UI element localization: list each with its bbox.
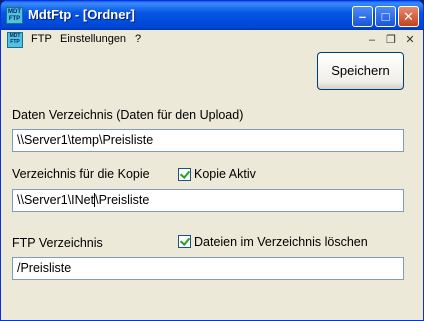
save-button[interactable]: Speichern <box>317 52 404 90</box>
kopie-verzeichnis-label: Verzeichnis für die Kopie <box>12 167 150 181</box>
dateien-loeschen-label[interactable]: Dateien im Verzeichnis löschen <box>194 235 368 249</box>
ftp-verzeichnis-input[interactable]: /Preisliste <box>12 257 404 280</box>
kopie-text-before: \\Server1\INet <box>17 193 95 207</box>
mdi-minimize-button[interactable]: – <box>365 33 379 47</box>
kopie-verzeichnis-input[interactable]: \\Server1\INet\Preisliste <box>12 189 404 212</box>
kopie-text-after: \Preisliste <box>95 193 150 207</box>
dateien-loeschen-checkbox[interactable] <box>178 235 191 248</box>
mdi-close-button[interactable]: ✕ <box>403 33 417 47</box>
app-window: MDT FTP MdtFtp - [Ordner] – □ ✕ MDT FTP … <box>0 0 424 321</box>
menu-ftp[interactable]: FTP <box>31 33 52 45</box>
menu-einstellungen[interactable]: Einstellungen <box>60 33 126 45</box>
menu-help[interactable]: ? <box>135 33 141 45</box>
mdi-child-icon[interactable]: MDT FTP <box>7 32 23 48</box>
close-button[interactable]: ✕ <box>398 6 419 27</box>
ftp-verzeichnis-label: FTP Verzeichnis <box>12 236 103 250</box>
kopie-aktiv-checkbox[interactable] <box>178 168 191 181</box>
window-title: MdtFtp - [Ordner] <box>28 7 135 22</box>
maximize-button[interactable]: □ <box>375 6 396 27</box>
mdi-restore-button[interactable]: ❐ <box>384 33 398 47</box>
menu-bar: MDT FTP FTP Einstellungen ? – ❐ ✕ <box>1 30 423 50</box>
daten-verzeichnis-label: Daten Verzeichnis (Daten für den Upload) <box>12 108 244 122</box>
minimize-button[interactable]: – <box>352 6 373 27</box>
kopie-aktiv-label[interactable]: Kopie Aktiv <box>194 167 256 181</box>
title-bar[interactable]: MDT FTP MdtFtp - [Ordner] – □ ✕ <box>1 1 423 30</box>
daten-verzeichnis-input[interactable]: \\Server1\temp\Preisliste <box>12 129 404 152</box>
app-icon[interactable]: MDT FTP <box>6 7 23 24</box>
